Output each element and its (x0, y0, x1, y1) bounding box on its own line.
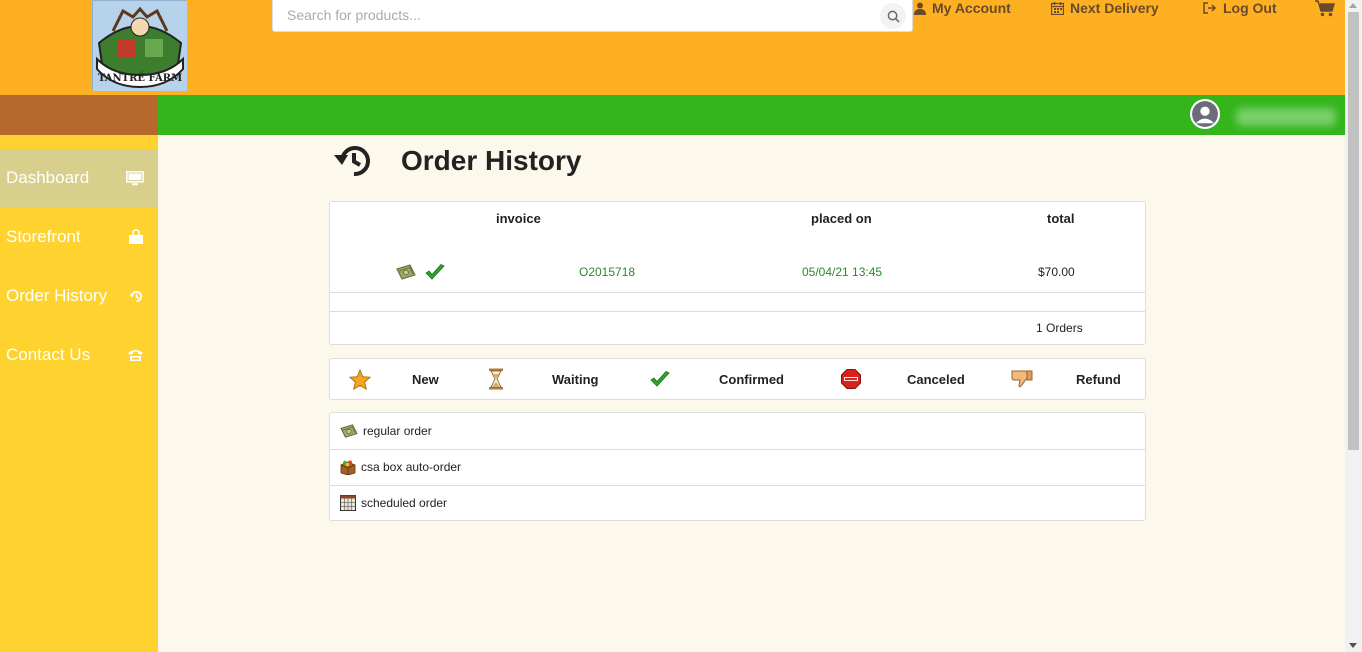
status-legend: New Waiting Confirmed Canceled Refund (329, 358, 1146, 400)
legend-new-label: New (412, 371, 439, 387)
search-icon (887, 10, 900, 23)
username-redacted (1236, 108, 1336, 126)
scroll-up-icon[interactable] (1349, 3, 1357, 8)
user-avatar-icon (1192, 101, 1218, 127)
orders-count-label: Orders (1046, 321, 1083, 335)
regular-order-icon (340, 423, 358, 439)
search-bar (272, 0, 913, 32)
cart-button[interactable] (1315, 0, 1341, 17)
orders-count-number: 1 (1036, 321, 1043, 335)
legend-refund-label: Refund (1076, 371, 1121, 387)
legend-confirmed-icon-wrap (650, 359, 670, 399)
placed-on-value: 05/04/21 13:45 (802, 265, 883, 279)
legend-canceled-icon-wrap (841, 359, 861, 399)
log-out-label: Log Out (1223, 0, 1277, 16)
sidebar-header-strip (0, 95, 158, 135)
search-button[interactable] (880, 3, 906, 29)
my-account-label: My Account (932, 0, 1011, 16)
cart-icon (1315, 0, 1335, 17)
farm-logo[interactable]: TANTRÉ FARM (92, 0, 187, 91)
user-strip (158, 95, 1345, 135)
orders-count: 1 Orders (1036, 321, 1083, 335)
check-icon (650, 370, 670, 387)
hourglass-icon (489, 368, 503, 390)
order-type-label: csa box auto-order (361, 460, 462, 474)
calendar-icon (1051, 1, 1064, 15)
my-account-link[interactable]: My Account (914, 0, 1011, 16)
user-icon (914, 2, 926, 15)
site-header: TANTRÉ FARM My Account Next Delivery Log… (0, 0, 1345, 95)
legend-waiting-icon-wrap (488, 359, 504, 399)
legend-canceled-label: Canceled (907, 371, 965, 387)
shopping-bag-icon (129, 229, 143, 244)
total-value: $70.00 (1038, 265, 1075, 279)
search-input[interactable] (273, 0, 853, 31)
sidebar-item-dashboard[interactable]: Dashboard (0, 149, 158, 207)
sidebar-item-label: Order History (6, 286, 108, 305)
next-delivery-label: Next Delivery (1070, 0, 1159, 16)
history-icon (334, 146, 370, 177)
scroll-down-icon[interactable] (1349, 643, 1357, 648)
page-scrollbar[interactable] (1345, 0, 1362, 652)
invoice-link[interactable]: O2015718 (579, 265, 635, 279)
page-title-area: Order History (333, 140, 582, 182)
list-item: regular order (330, 413, 1145, 449)
order-type-label: scheduled order (361, 496, 448, 510)
list-item: csa box auto-order (330, 449, 1145, 485)
sidebar-item-storefront[interactable]: Storefront (0, 208, 158, 266)
order-type-label: regular order (363, 424, 432, 438)
star-icon (349, 368, 371, 390)
avatar[interactable] (1190, 99, 1220, 129)
column-header-total: total (1047, 211, 1075, 226)
list-item: scheduled order (330, 485, 1145, 521)
thumbs-down-icon (1011, 370, 1033, 388)
calendar-grid-icon (340, 495, 356, 511)
legend-waiting-label: Waiting (552, 371, 599, 387)
row-divider (330, 292, 1145, 293)
history-icon (129, 290, 143, 302)
sidebar-item-label: Contact Us (6, 345, 91, 364)
scroll-thumb[interactable] (1348, 12, 1359, 450)
column-header-invoice: invoice (496, 211, 541, 226)
orders-table: invoice placed on total O2015718 05/04/2… (329, 201, 1146, 345)
stop-sign-icon (841, 369, 861, 389)
monitor-icon (126, 170, 144, 185)
csa-box-icon (340, 460, 356, 475)
sidebar-item-label: Dashboard (6, 168, 90, 187)
sidebar-item-contact-us[interactable]: Contact Us (0, 326, 158, 384)
legend-confirmed-label: Confirmed (719, 371, 784, 387)
confirmed-check-icon (425, 264, 445, 284)
order-types-list: regular order csa box auto-order schedul… (329, 412, 1146, 521)
page-title: Order History (401, 145, 582, 176)
regular-order-icon (396, 263, 416, 284)
row-divider (330, 311, 1145, 312)
logo-text: TANTRÉ FARM (98, 72, 182, 84)
column-header-placed-on: placed on (811, 211, 872, 226)
phone-icon (128, 350, 143, 361)
legend-refund-icon-wrap (1011, 359, 1033, 399)
sidebar: Dashboard Storefront Order History Conta… (0, 135, 158, 652)
sidebar-item-label: Storefront (6, 227, 81, 246)
log-out-link[interactable]: Log Out (1203, 0, 1277, 16)
sidebar-item-order-history[interactable]: Order History (0, 267, 158, 325)
legend-new-icon-wrap (349, 359, 371, 399)
next-delivery-link[interactable]: Next Delivery (1051, 0, 1159, 16)
logout-icon (1203, 2, 1217, 14)
